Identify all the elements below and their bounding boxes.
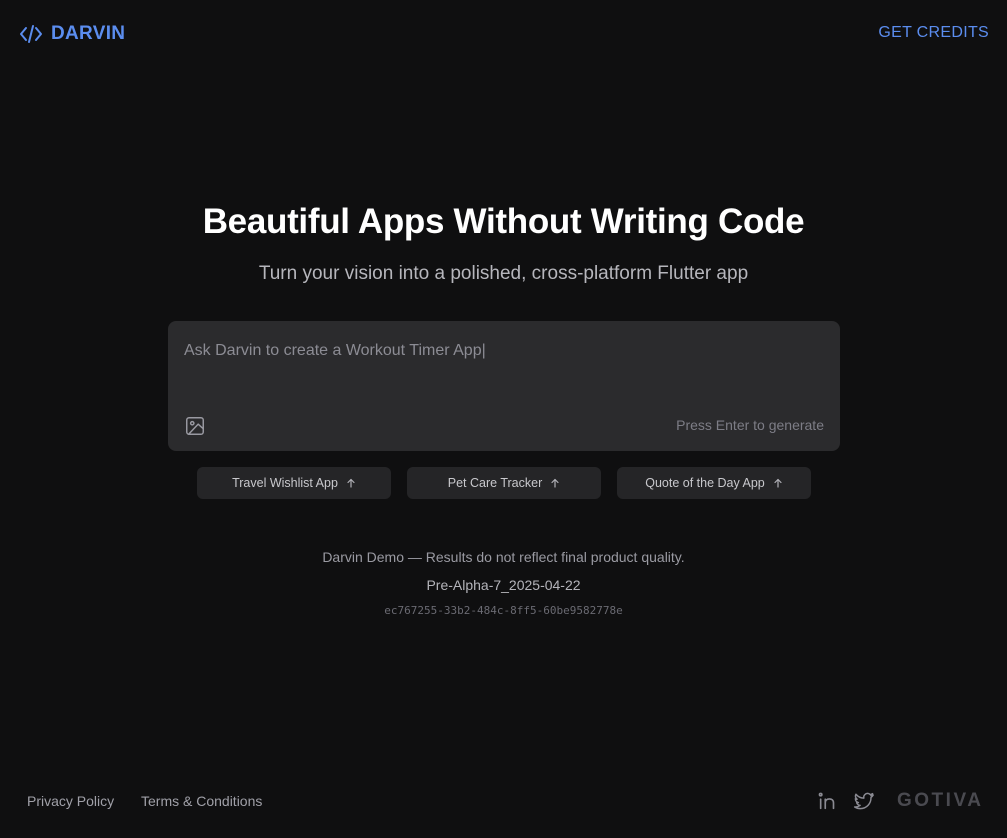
version-label: Pre-Alpha-7_2025-04-22: [426, 577, 581, 593]
code-brackets-icon: [20, 25, 42, 43]
suggestion-chip[interactable]: Travel Wishlist App: [197, 467, 391, 499]
prompt-box: Press Enter to generate: [168, 321, 840, 451]
gotiva-brand: GOTIVA: [897, 790, 984, 811]
hero-title: Beautiful Apps Without Writing Code: [202, 202, 805, 241]
suggestion-list: Travel Wishlist App Pet Care Tracker Quo…: [197, 467, 811, 499]
logo-link[interactable]: DARVIN: [19, 22, 125, 46]
suggestion-label: Pet Care Tracker: [447, 476, 543, 490]
suggestion-label: Quote of the Day App: [645, 476, 765, 490]
suggestion-chip[interactable]: Quote of the Day App: [617, 467, 811, 499]
page: DARVIN GET CREDITS Beautiful Apps Withou…: [0, 0, 1007, 838]
get-credits-button[interactable]: GET CREDITS: [878, 24, 989, 42]
prompt-input[interactable]: [184, 339, 824, 363]
linkedin-icon[interactable]: [817, 790, 839, 812]
logo-text: DARVIN: [51, 23, 126, 44]
arrow-up-icon: [347, 478, 355, 488]
arrow-up-icon: [774, 478, 782, 488]
header: DARVIN GET CREDITS: [0, 0, 1007, 70]
hero-subtitle: Turn your vision into a polished, cross-…: [258, 263, 749, 284]
suggestion-label: Travel Wishlist App: [232, 476, 338, 490]
image-icon[interactable]: [184, 415, 206, 437]
terms-conditions-link[interactable]: Terms & Conditions: [141, 793, 262, 809]
suggestion-chip[interactable]: Pet Care Tracker: [407, 467, 601, 499]
twitter-icon[interactable]: [853, 790, 875, 812]
arrow-up-icon: [551, 478, 559, 488]
enter-hint: Press Enter to generate: [676, 417, 824, 433]
build-hash: ec767255-33b2-484c-8ff5-60be9582778e: [384, 604, 623, 617]
privacy-policy-link[interactable]: Privacy Policy: [27, 793, 114, 809]
demo-disclaimer: Darvin Demo — Results do not reflect fin…: [322, 549, 685, 565]
